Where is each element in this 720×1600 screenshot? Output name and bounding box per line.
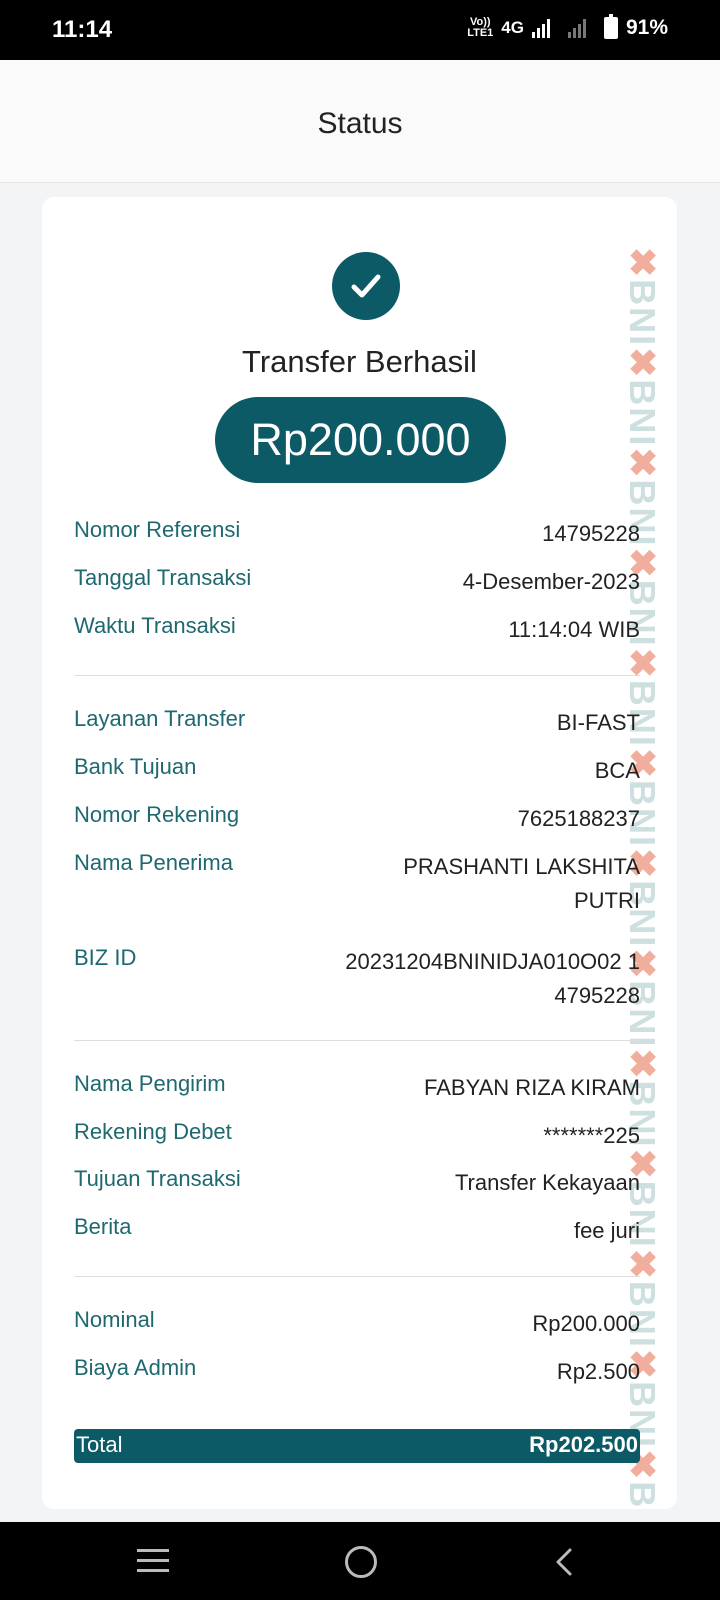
system-nav-bar — [0, 1522, 720, 1600]
status-icons: Vo)) LTE1 4G 91% — [467, 14, 668, 40]
battery-icon — [603, 14, 618, 39]
divider — [74, 675, 640, 676]
menu-icon[interactable] — [133, 1542, 173, 1582]
volte-icon: Vo)) LTE1 — [467, 16, 494, 39]
battery-percent: 91% — [625, 16, 668, 39]
transfer-amount: Rp200.000 — [215, 397, 506, 483]
divider — [74, 1040, 640, 1041]
receipt-card: ✖BNI✖BNI✖BNI✖BNI✖BNI✖BNI✖BNI✖BNI✖BNI✖BNI… — [42, 197, 677, 1509]
success-check-icon — [332, 252, 400, 320]
transfer-status: Transfer Berhasil — [242, 344, 477, 379]
signal-icon — [531, 18, 550, 38]
clock: 11:14 — [52, 16, 113, 43]
total-row: Total Rp202.500 — [74, 1429, 640, 1463]
page-title: Status — [317, 107, 403, 140]
signal-sim2-icon — [567, 18, 586, 38]
network-type: 4G — [501, 18, 524, 37]
app-header: Status — [0, 60, 720, 183]
divider — [74, 1276, 640, 1277]
status-bar: 11:14 Vo)) LTE1 4G 91% — [0, 0, 720, 60]
home-icon[interactable] — [341, 1542, 381, 1582]
back-icon[interactable] — [546, 1542, 586, 1582]
